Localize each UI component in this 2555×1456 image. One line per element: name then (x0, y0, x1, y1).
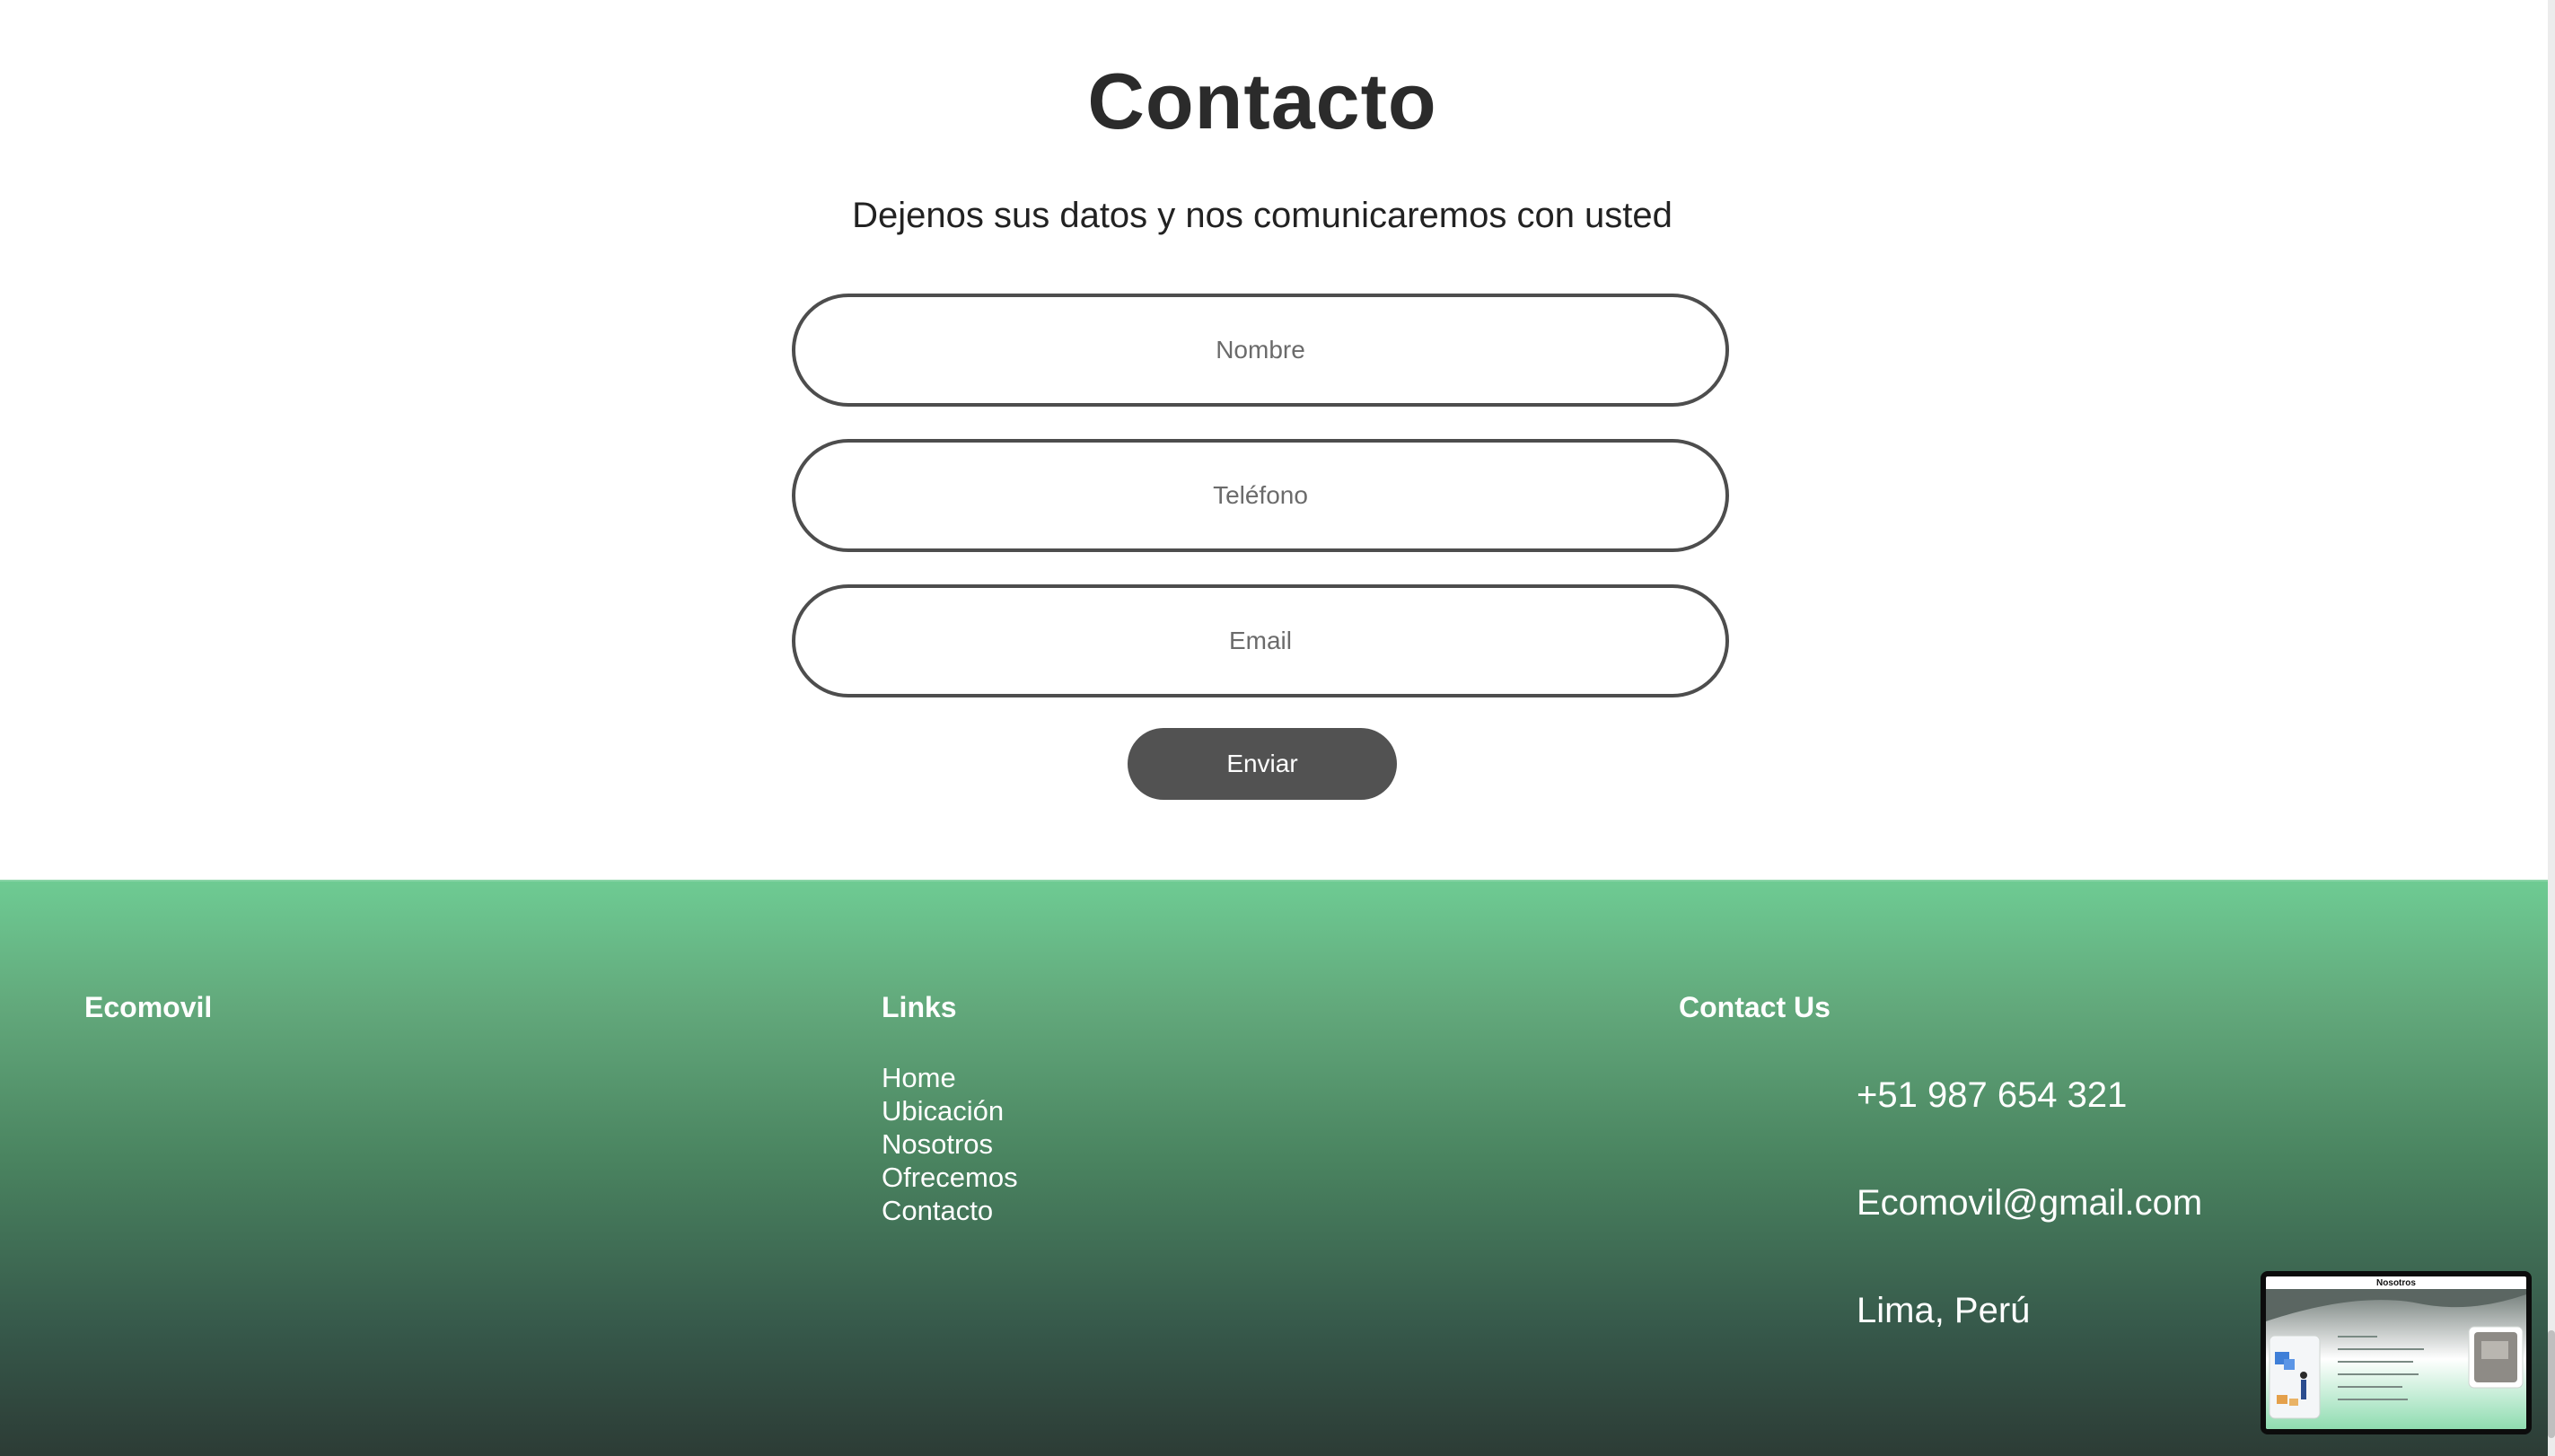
footer-link-ubicacion[interactable]: Ubicación (882, 1094, 1018, 1127)
footer (0, 880, 2548, 1456)
footer-contact-heading: Contact Us (1679, 991, 1831, 1023)
footer-brand: Ecomovil (84, 991, 213, 1023)
scrollbar-thumb[interactable] (2548, 1330, 2555, 1438)
scrollbar[interactable] (2548, 0, 2555, 1456)
phone-input[interactable] (792, 439, 1729, 552)
name-input[interactable] (792, 294, 1729, 407)
submit-button[interactable]: Enviar (1128, 728, 1397, 800)
page-preview-thumbnail[interactable]: Nosotros (2261, 1271, 2532, 1434)
footer-link-nosotros[interactable]: Nosotros (882, 1127, 1018, 1161)
footer-link-home[interactable]: Home (882, 1061, 1018, 1094)
preview-title: Nosotros (2376, 1278, 2416, 1288)
contact-subtitle: Dejenos sus datos y nos comunicaremos co… (852, 196, 1673, 235)
footer-links-list: Home Ubicación Nosotros Ofrecemos Contac… (882, 1061, 1018, 1227)
footer-email: Ecomovil@gmail.com (1857, 1183, 2203, 1223)
footer-link-contacto[interactable]: Contacto (882, 1194, 1018, 1227)
email-input[interactable] (792, 584, 1729, 697)
footer-links-heading: Links (882, 991, 957, 1023)
page: Contacto Dejenos sus datos y nos comunic… (0, 0, 2555, 1456)
footer-link-ofrecemos[interactable]: Ofrecemos (882, 1161, 1018, 1194)
page-title: Contacto (1087, 57, 1437, 145)
contact-section: Contacto Dejenos sus datos y nos comunic… (0, 0, 2548, 880)
preview-graphic (2266, 1289, 2526, 1429)
footer-address: Lima, Perú (1857, 1291, 2031, 1330)
footer-phone: +51 987 654 321 (1857, 1075, 2128, 1115)
